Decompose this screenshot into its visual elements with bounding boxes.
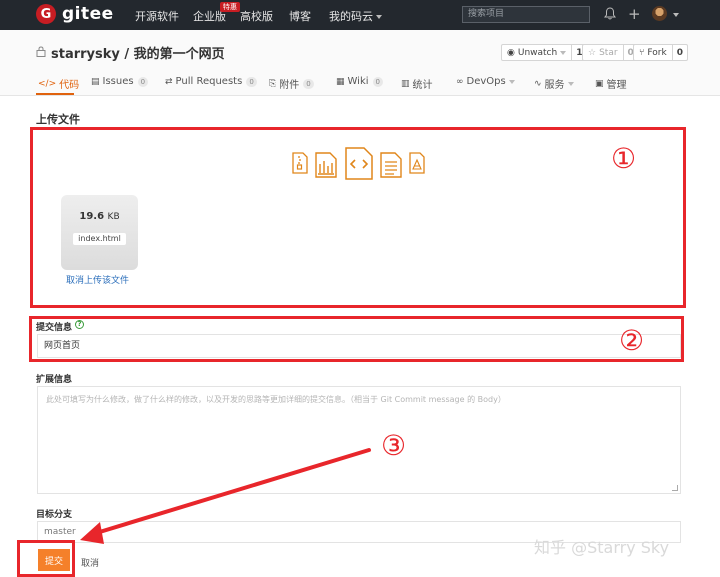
wiki-count: 0 bbox=[372, 76, 383, 87]
annotation-box-upload bbox=[30, 127, 686, 308]
issues-count: 0 bbox=[137, 76, 149, 87]
tab-statistics[interactable]: ▥ 统计 bbox=[401, 76, 433, 92]
tab-manage[interactable]: ▣ 管理 bbox=[595, 76, 627, 92]
tab-code-label: 代码 bbox=[59, 80, 80, 91]
fork-count: 0 bbox=[671, 45, 687, 60]
code-icon: </> bbox=[38, 78, 57, 89]
unwatch-label: Unwatch bbox=[517, 47, 558, 58]
plus-icon[interactable]: + bbox=[628, 5, 641, 23]
tab-issues[interactable]: ▤ Issues 0 bbox=[91, 76, 149, 87]
fork-label: Fork bbox=[647, 47, 667, 58]
nav-university[interactable]: 高校版 bbox=[240, 8, 273, 24]
repo-header: starrysky / 我的第一个网页 ◉ Unwatch 1 ☆ Star 0 ⑂… bbox=[0, 30, 720, 96]
annotation-number-2: ② bbox=[619, 324, 645, 357]
tab-devops[interactable]: ∞ DevOps bbox=[456, 76, 515, 87]
tab-attachments[interactable]: ⎘ 附件 0 bbox=[269, 76, 314, 91]
attachments-count: 0 bbox=[303, 78, 314, 89]
star-icon: ☆ bbox=[588, 47, 597, 58]
nav-my-gitee[interactable]: 我的码云 bbox=[329, 8, 382, 24]
tab-statistics-label: 统计 bbox=[412, 80, 433, 91]
tab-pull-requests[interactable]: ⇄ Pull Requests 0 bbox=[165, 76, 257, 87]
watermark: 知乎 @Starry Sky bbox=[534, 538, 670, 557]
eye-icon: ◉ bbox=[507, 47, 515, 58]
nav-my-gitee-label: 我的码云 bbox=[329, 10, 373, 23]
extended-message-label: 扩展信息 bbox=[36, 375, 73, 385]
chevron-down-icon bbox=[560, 50, 567, 55]
chevron-down-icon bbox=[508, 79, 515, 84]
tab-services-label: 服务 bbox=[544, 80, 565, 91]
avatar[interactable] bbox=[652, 6, 667, 21]
repo-title[interactable]: starrysky / 我的第一个网页 bbox=[51, 43, 225, 62]
issues-icon: ▤ bbox=[91, 76, 100, 87]
cancel-button[interactable]: 取消 bbox=[81, 556, 99, 569]
nav-open-source[interactable]: 开源软件 bbox=[135, 8, 179, 24]
active-tab-indicator bbox=[36, 93, 74, 95]
tab-wiki[interactable]: ▦ Wiki 0 bbox=[336, 76, 383, 87]
tab-issues-label: Issues bbox=[102, 76, 134, 87]
tab-code[interactable]: </> 代码 bbox=[38, 76, 80, 92]
manage-icon: ▣ bbox=[595, 78, 604, 89]
tab-manage-label: 管理 bbox=[606, 80, 627, 91]
resize-handle[interactable] bbox=[672, 485, 678, 491]
extended-message-placeholder: 此处可填写为什么修改，做了什么样的修改，以及开发的思路等更加详细的提交信息。（相… bbox=[46, 395, 506, 404]
gitee-logo-text: gitee bbox=[62, 4, 114, 24]
gitee-logo-mark: G bbox=[36, 4, 56, 24]
fork-button[interactable]: ⑂ Fork 0 bbox=[633, 44, 688, 61]
tab-devops-label: DevOps bbox=[466, 76, 506, 87]
lock-icon bbox=[36, 46, 46, 57]
nav-blog[interactable]: 博客 bbox=[289, 8, 311, 24]
gitee-logo[interactable]: G gitee bbox=[36, 4, 114, 24]
pull-requests-count: 0 bbox=[246, 76, 257, 87]
attachment-icon: ⎘ bbox=[269, 78, 277, 89]
repo-tabs: </> 代码 ▤ Issues 0 ⇄ Pull Requests 0 ⎘ 附件 0 ▦ Wik… bbox=[0, 72, 720, 96]
annotation-number-1: ① bbox=[611, 142, 637, 175]
wiki-icon: ▦ bbox=[336, 76, 345, 87]
statistics-icon: ▥ bbox=[401, 78, 410, 89]
annotation-number-3: ③ bbox=[381, 429, 407, 462]
chevron-down-icon bbox=[567, 81, 574, 86]
target-branch-label: 目标分支 bbox=[36, 510, 73, 520]
tab-pull-requests-label: Pull Requests bbox=[175, 76, 243, 87]
tab-wiki-label: Wiki bbox=[347, 76, 369, 87]
fork-icon: ⑂ bbox=[639, 47, 645, 58]
extended-message-textarea[interactable]: 此处可填写为什么修改，做了什么样的修改，以及开发的思路等更加详细的提交信息。（相… bbox=[37, 386, 681, 494]
services-icon: ∿ bbox=[534, 78, 542, 89]
tab-services[interactable]: ∿ 服务 bbox=[534, 76, 574, 91]
annotation-box-submit bbox=[17, 540, 75, 577]
enterprise-promo-badge: 特惠 bbox=[220, 2, 240, 12]
annotation-box-commit bbox=[29, 316, 684, 362]
chevron-down-icon bbox=[376, 15, 382, 19]
top-navbar: G gitee 开源软件 企业版 特惠 高校版 博客 我的码云 搜索项目 + bbox=[0, 0, 720, 30]
unwatch-button[interactable]: ◉ Unwatch 1 bbox=[501, 44, 588, 61]
star-button[interactable]: ☆ Star 0 bbox=[582, 44, 639, 61]
pull-request-icon: ⇄ bbox=[165, 76, 173, 87]
tab-attachments-label: 附件 bbox=[279, 80, 300, 91]
search-input[interactable]: 搜索项目 bbox=[462, 6, 590, 23]
avatar-chevron-down-icon[interactable] bbox=[673, 13, 679, 17]
upload-section-title: 上传文件 bbox=[36, 113, 80, 126]
devops-icon: ∞ bbox=[456, 76, 464, 87]
bell-icon[interactable] bbox=[604, 7, 616, 20]
star-label: Star bbox=[599, 47, 618, 58]
